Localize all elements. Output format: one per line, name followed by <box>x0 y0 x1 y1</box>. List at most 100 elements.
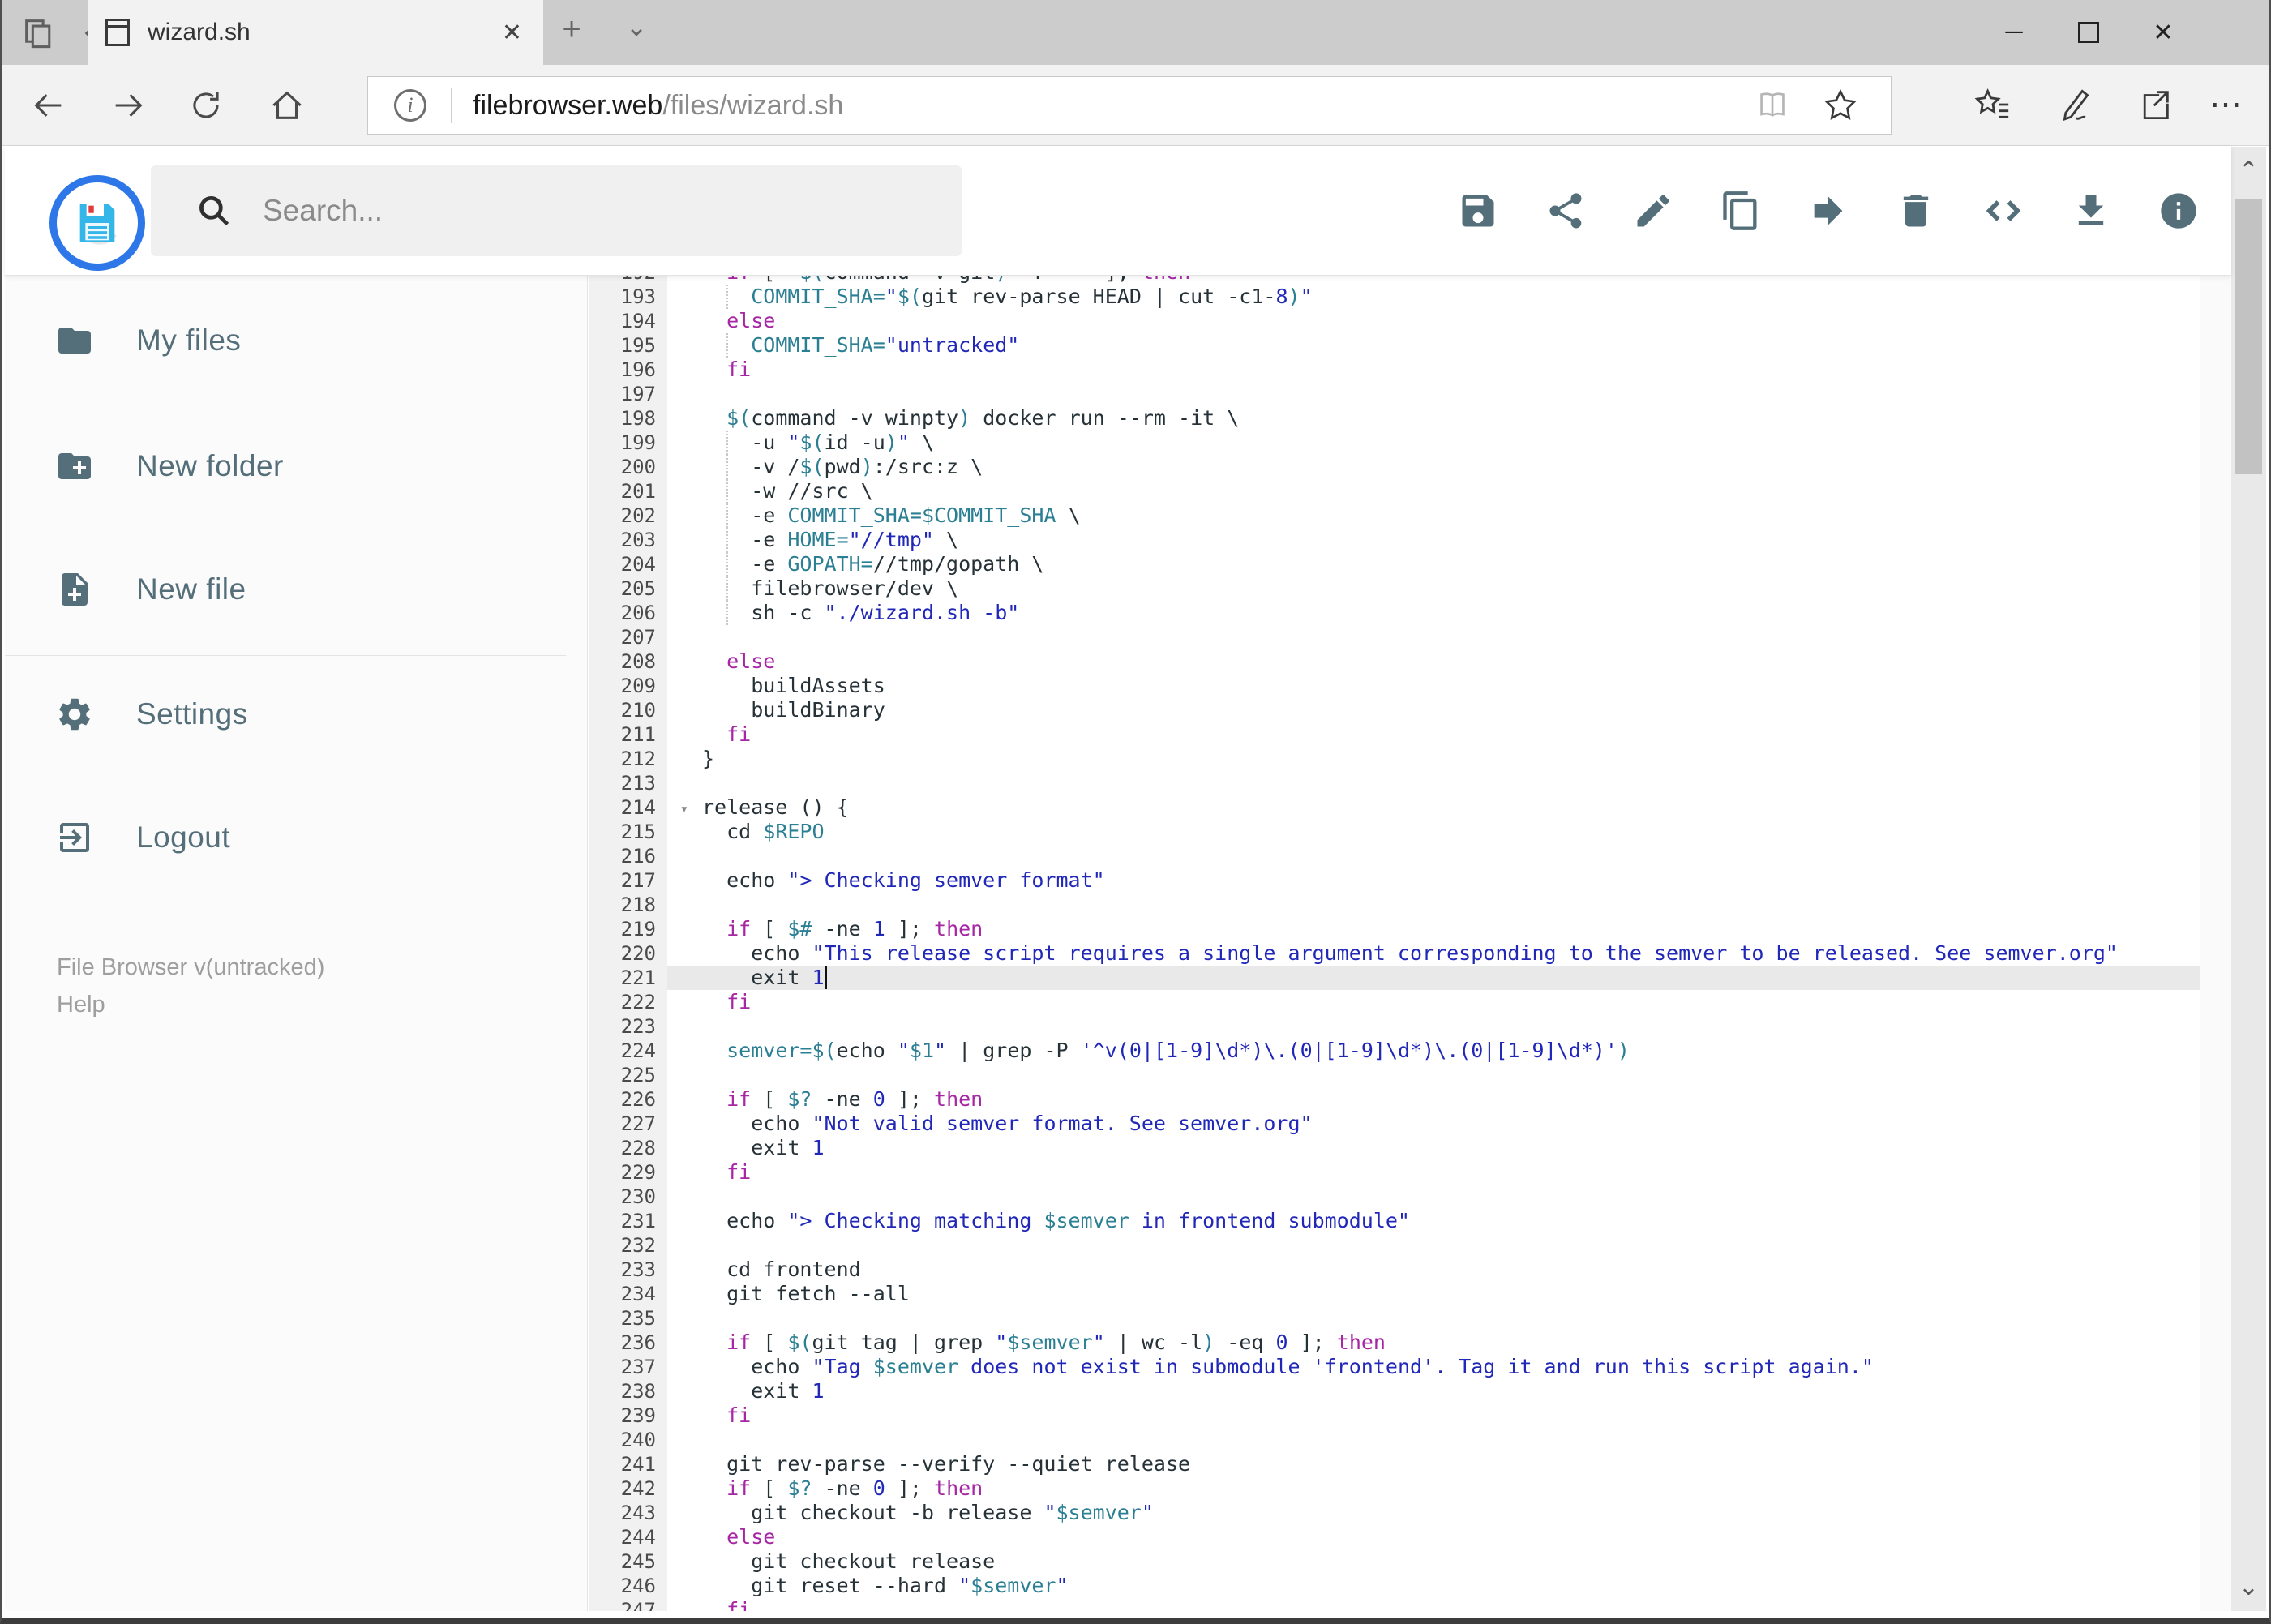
code-line[interactable]: 243 git checkout -b release "$semver" <box>589 1501 2200 1525</box>
code-text[interactable]: } <box>667 747 2200 771</box>
code-text[interactable]: if [ "$(command -v git)" != "" ]; then <box>667 276 2200 285</box>
code-line[interactable]: 223 <box>589 1014 2200 1039</box>
code-text[interactable] <box>667 1185 2200 1209</box>
code-line[interactable]: 236 if [ $(git tag | grep "$semver" | wc… <box>589 1330 2200 1355</box>
code-line[interactable]: 242 if [ $? -ne 0 ]; then <box>589 1476 2200 1501</box>
code-text[interactable]: git checkout release <box>667 1549 2200 1574</box>
code-text[interactable]: exit 1 <box>667 966 2200 990</box>
code-text[interactable]: cd frontend <box>667 1258 2200 1282</box>
code-line[interactable]: 231 echo "> Checking matching $semver in… <box>589 1209 2200 1233</box>
new-tab-button[interactable]: + <box>547 11 596 48</box>
code-line[interactable]: 241 git rev-parse --verify --quiet relea… <box>589 1452 2200 1476</box>
code-text[interactable]: echo "Tag $semver does not exist in subm… <box>667 1355 2200 1379</box>
address-bar[interactable]: i filebrowser.web/files/wizard.sh <box>367 76 1892 135</box>
code-text[interactable] <box>667 1428 2200 1452</box>
code-line[interactable]: 198 $(command -v winpty) docker run --rm… <box>589 406 2200 431</box>
code-text[interactable]: else <box>667 649 2200 674</box>
code-line[interactable]: 238 exit 1 <box>589 1379 2200 1403</box>
sidebar-item-new-file[interactable]: New file <box>5 563 587 615</box>
code-text[interactable]: -e GOPATH=//tmp/gopath \ <box>667 552 2200 576</box>
reading-view-icon[interactable] <box>1755 88 1790 123</box>
code-text[interactable]: echo "> Checking semver format" <box>667 868 2200 893</box>
help-link[interactable]: Help <box>57 986 105 1023</box>
code-text[interactable]: -e COMMIT_SHA=$COMMIT_SHA \ <box>667 503 2200 528</box>
sidebar-item-settings[interactable]: Settings <box>5 688 587 740</box>
code-line[interactable]: 192 if [ "$(command -v git)" != "" ]; th… <box>589 276 2200 285</box>
code-text[interactable]: git fetch --all <box>667 1282 2200 1306</box>
code-line[interactable]: 225 <box>589 1063 2200 1087</box>
code-line[interactable]: 239 fi <box>589 1403 2200 1428</box>
info-button[interactable] <box>2143 175 2214 246</box>
code-line[interactable]: 215 cd $REPO <box>589 820 2200 844</box>
share-file-button[interactable] <box>1530 175 1601 246</box>
code-text[interactable]: -e HOME="//tmp" \ <box>667 528 2200 552</box>
code-text[interactable]: fi <box>667 990 2200 1014</box>
code-line[interactable]: 210 buildBinary <box>589 698 2200 722</box>
code-text[interactable] <box>667 893 2200 917</box>
code-text[interactable]: fi <box>667 1403 2200 1428</box>
code-text[interactable] <box>667 771 2200 795</box>
back-icon[interactable] <box>30 87 67 124</box>
code-line[interactable]: 219 if [ $# -ne 1 ]; then <box>589 917 2200 941</box>
code-line[interactable]: 220 echo "This release script requires a… <box>589 941 2200 966</box>
code-text[interactable]: echo "Not valid semver format. See semve… <box>667 1112 2200 1136</box>
site-info-icon[interactable]: i <box>394 89 426 122</box>
rename-button[interactable] <box>1618 175 1689 246</box>
scroll-up-icon[interactable]: ⌃ <box>2231 156 2266 185</box>
code-text[interactable]: sh -c "./wizard.sh -b" <box>667 601 2200 625</box>
code-line[interactable]: 195 COMMIT_SHA="untracked" <box>589 333 2200 358</box>
code-text[interactable]: else <box>667 309 2200 333</box>
hub-favorites-icon[interactable] <box>1974 86 2012 123</box>
code-line[interactable]: 240 <box>589 1428 2200 1452</box>
code-line[interactable]: 217 echo "> Checking semver format" <box>589 868 2200 893</box>
active-tab[interactable]: wizard.sh ✕ <box>88 0 543 65</box>
code-text[interactable]: fi <box>667 1598 2200 1611</box>
refresh-icon[interactable] <box>187 87 225 124</box>
code-text[interactable]: buildBinary <box>667 698 2200 722</box>
code-line[interactable]: 218 <box>589 893 2200 917</box>
maximize-button[interactable] <box>2051 0 2126 65</box>
filebrowser-logo[interactable] <box>49 175 145 271</box>
code-text[interactable]: if [ $(git tag | grep "$semver" | wc -l)… <box>667 1330 2200 1355</box>
code-text[interactable]: $(command -v winpty) docker run --rm -it… <box>667 406 2200 431</box>
url-text[interactable]: filebrowser.web/files/wizard.sh <box>473 90 843 122</box>
code-text[interactable] <box>667 1063 2200 1087</box>
code-text[interactable]: else <box>667 1525 2200 1549</box>
code-line[interactable]: 201 -w //src \ <box>589 479 2200 503</box>
code-text[interactable] <box>667 382 2200 406</box>
code-editor[interactable]: 192 if [ "$(command -v git)" != "" ]; th… <box>589 276 2200 1611</box>
code-text[interactable] <box>667 1014 2200 1039</box>
code-line[interactable]: 221 exit 1 <box>589 966 2200 990</box>
code-text[interactable] <box>667 625 2200 649</box>
code-line[interactable]: 232 <box>589 1233 2200 1258</box>
tabs-dropdown-icon[interactable]: ⌄ <box>612 11 661 42</box>
code-text[interactable] <box>667 844 2200 868</box>
minimize-button[interactable]: ─ <box>1977 0 2051 65</box>
code-text[interactable]: fi <box>667 722 2200 747</box>
sidebar-item-new-folder[interactable]: New folder <box>5 440 587 492</box>
delete-button[interactable] <box>1880 175 1952 246</box>
code-line[interactable]: 213 <box>589 771 2200 795</box>
code-line[interactable]: 197 <box>589 382 2200 406</box>
code-line[interactable]: 199 -u "$(id -u)" \ <box>589 431 2200 455</box>
code-line[interactable]: 193 COMMIT_SHA="$(git rev-parse HEAD | c… <box>589 285 2200 309</box>
code-line[interactable]: 204 -e GOPATH=//tmp/gopath \ <box>589 552 2200 576</box>
code-line[interactable]: 224 semver=$(echo "$1" | grep -P '^v(0|[… <box>589 1039 2200 1063</box>
code-text[interactable]: release () { <box>667 795 2200 820</box>
code-line[interactable]: 235 <box>589 1306 2200 1330</box>
code-text[interactable]: -w //src \ <box>667 479 2200 503</box>
search-input[interactable]: Search... <box>151 165 962 256</box>
code-text[interactable]: semver=$(echo "$1" | grep -P '^v(0|[1-9]… <box>667 1039 2200 1063</box>
share-icon[interactable] <box>2136 86 2174 123</box>
code-line[interactable]: 209 buildAssets <box>589 674 2200 698</box>
code-text[interactable] <box>667 1233 2200 1258</box>
sidebar-item-logout[interactable]: Logout <box>5 812 587 863</box>
favorite-star-icon[interactable] <box>1823 88 1858 123</box>
code-text[interactable]: git rev-parse --verify --quiet release <box>667 1452 2200 1476</box>
code-line[interactable]: 229 fi <box>589 1160 2200 1185</box>
code-line[interactable]: 233 cd frontend <box>589 1258 2200 1282</box>
save-button[interactable] <box>1442 175 1514 246</box>
code-line[interactable]: 247 fi <box>589 1598 2200 1611</box>
code-line[interactable]: 246 git reset --hard "$semver" <box>589 1574 2200 1598</box>
code-line[interactable]: 227 echo "Not valid semver format. See s… <box>589 1112 2200 1136</box>
